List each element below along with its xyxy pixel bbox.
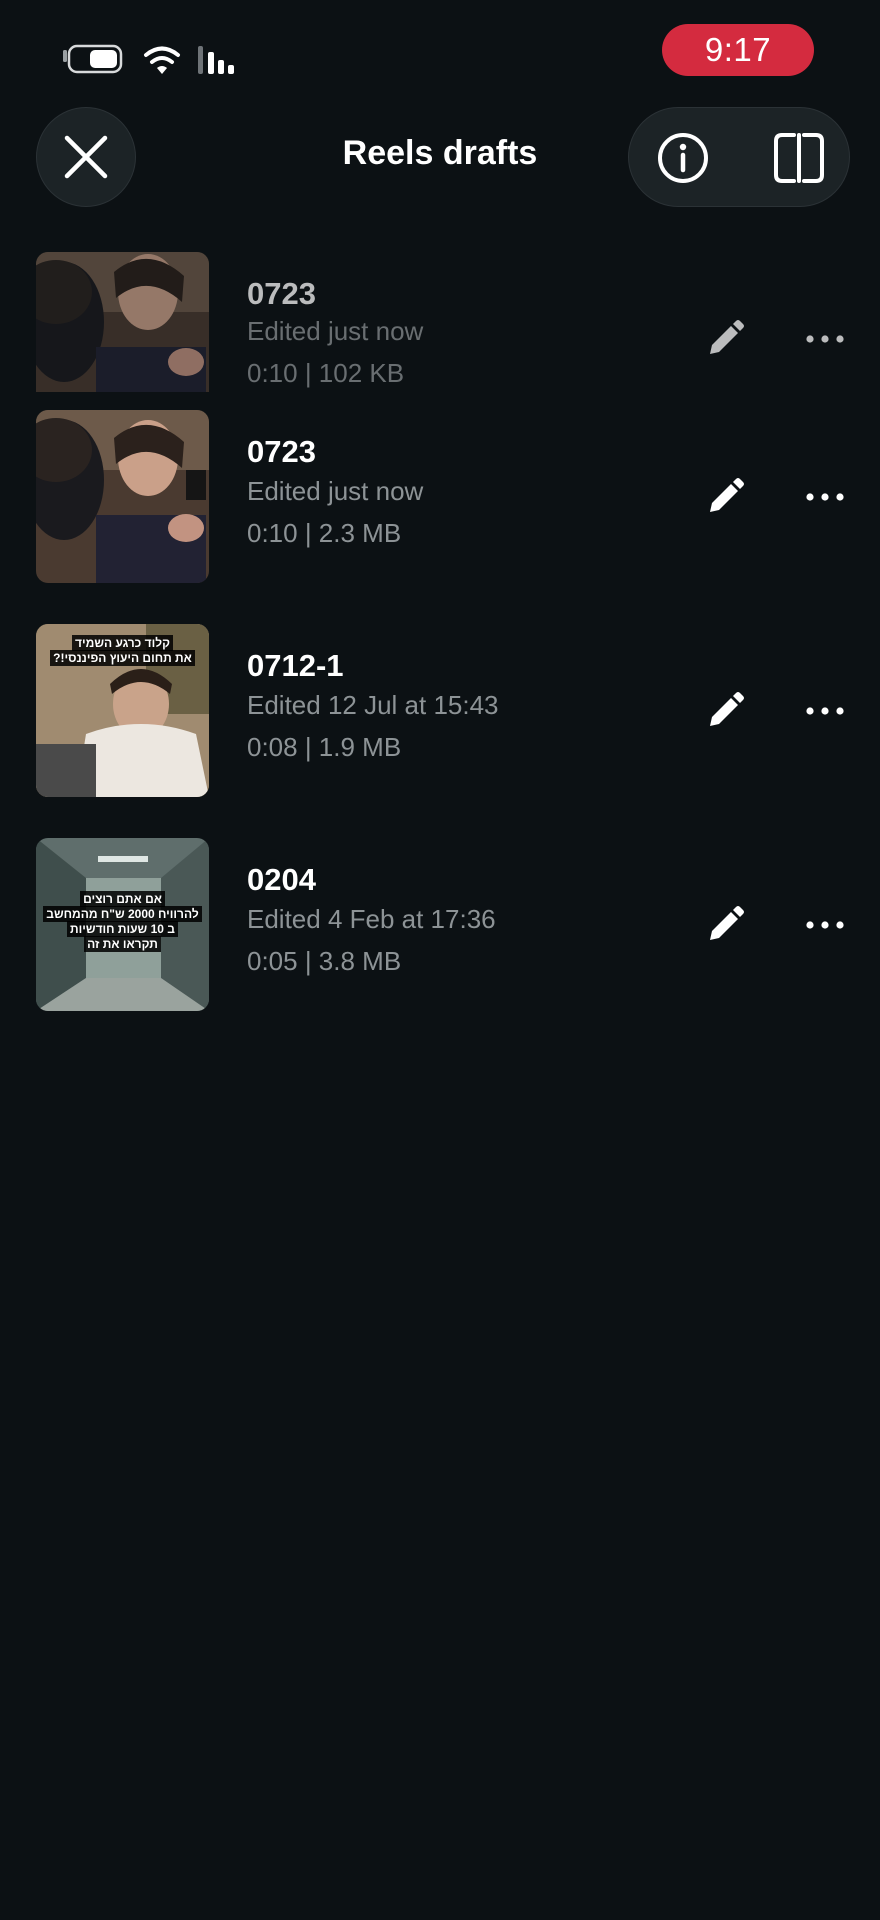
draft-duration-size: 0:08 | 1.9 MB [247, 732, 402, 762]
pencil-icon [710, 906, 744, 940]
draft-duration-size: 0:10 | 2.3 MB [247, 518, 402, 548]
panel-toggle-icon [774, 133, 824, 183]
wifi-icon [144, 46, 180, 74]
signal-icon [198, 46, 234, 74]
pencil-icon [710, 692, 744, 726]
battery-icon [63, 44, 123, 74]
more-options-button[interactable] [800, 472, 850, 522]
more-dots-icon [806, 707, 844, 715]
thumbnail-caption: קלוד כרגע השמיד את תחום היעוץ הפיננסי!? [42, 635, 203, 666]
info-icon [658, 133, 708, 183]
thumbnail-image [36, 410, 209, 583]
draft-thumbnail[interactable]: קלוד כרגע השמיד את תחום היעוץ הפיננסי!? [36, 624, 209, 797]
draft-thumbnail[interactable]: אם אתם רוצים להרוויח 2000 ש"ח מהמחשב ב 1… [36, 838, 209, 1011]
draft-name: 0723 [247, 276, 316, 311]
draft-row[interactable]: קלוד כרגע השמיד את תחום היעוץ הפיננסי!? … [0, 624, 880, 797]
more-options-button[interactable] [800, 900, 850, 950]
draft-edited-time: Edited 12 Jul at 15:43 [247, 690, 499, 720]
draft-edited-time: Edited just now [247, 316, 424, 346]
info-button[interactable] [653, 128, 713, 188]
draft-name: 0712-1 [247, 648, 344, 683]
thumbnail-image [36, 252, 209, 392]
thumbnail-caption: אם אתם רוצים להרוויח 2000 ש"ח מהמחשב ב 1… [42, 891, 203, 952]
draft-row[interactable]: 0723 Edited just now 0:10 | 2.3 MB [0, 410, 880, 583]
draft-duration-size: 0:10 | 102 KB [247, 358, 405, 388]
pencil-icon [710, 478, 744, 512]
draft-row[interactable]: אם אתם רוצים להרוויח 2000 ש"ח מהמחשב ב 1… [0, 838, 880, 1011]
draft-name: 0723 [247, 434, 316, 469]
draft-row[interactable]: 0723 Edited just now 0:10 | 102 KB [0, 252, 880, 392]
more-options-button[interactable] [800, 314, 850, 364]
more-dots-icon [806, 493, 844, 501]
status-time: 9:17 [662, 24, 814, 76]
more-dots-icon [806, 335, 844, 343]
panel-toggle-button[interactable] [769, 128, 829, 188]
draft-edited-time: Edited 4 Feb at 17:36 [247, 904, 496, 934]
edit-draft-button[interactable] [700, 472, 750, 522]
draft-edited-time: Edited just now [247, 476, 424, 506]
draft-thumbnail[interactable] [36, 410, 209, 583]
edit-draft-button[interactable] [700, 900, 750, 950]
more-dots-icon [806, 921, 844, 929]
edit-draft-button[interactable] [700, 314, 750, 364]
draft-thumbnail[interactable] [36, 252, 209, 392]
draft-name: 0204 [247, 862, 316, 897]
pencil-icon [710, 320, 744, 354]
more-options-button[interactable] [800, 686, 850, 736]
draft-duration-size: 0:05 | 3.8 MB [247, 946, 402, 976]
edit-draft-button[interactable] [700, 686, 750, 736]
header-actions [628, 107, 850, 207]
